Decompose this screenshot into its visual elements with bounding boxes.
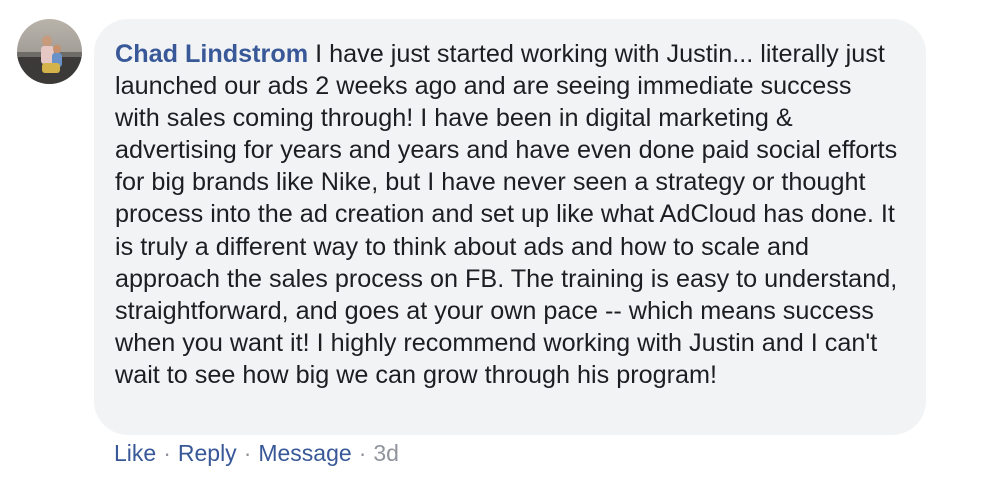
separator-dot: · xyxy=(358,440,367,466)
avatar-image xyxy=(17,19,82,84)
separator-dot: · xyxy=(163,440,171,466)
comment-text: Chad Lindstrom I have just started worki… xyxy=(115,38,898,391)
author-name-link[interactable]: Chad Lindstrom xyxy=(115,40,308,68)
separator-dot: · xyxy=(243,440,252,466)
reply-link[interactable]: Reply xyxy=(178,440,237,466)
comment: Chad Lindstrom I have just started worki… xyxy=(0,0,994,484)
comment-bubble: Chad Lindstrom I have just started worki… xyxy=(94,19,926,435)
like-link[interactable]: Like xyxy=(114,440,156,466)
timestamp[interactable]: 3d xyxy=(373,440,399,466)
avatar[interactable] xyxy=(17,19,82,84)
comment-body: I have just started working with Justin.… xyxy=(115,40,898,389)
message-link[interactable]: Message xyxy=(258,440,351,466)
comment-actions: Like · Reply · Message · 3d xyxy=(114,436,399,470)
